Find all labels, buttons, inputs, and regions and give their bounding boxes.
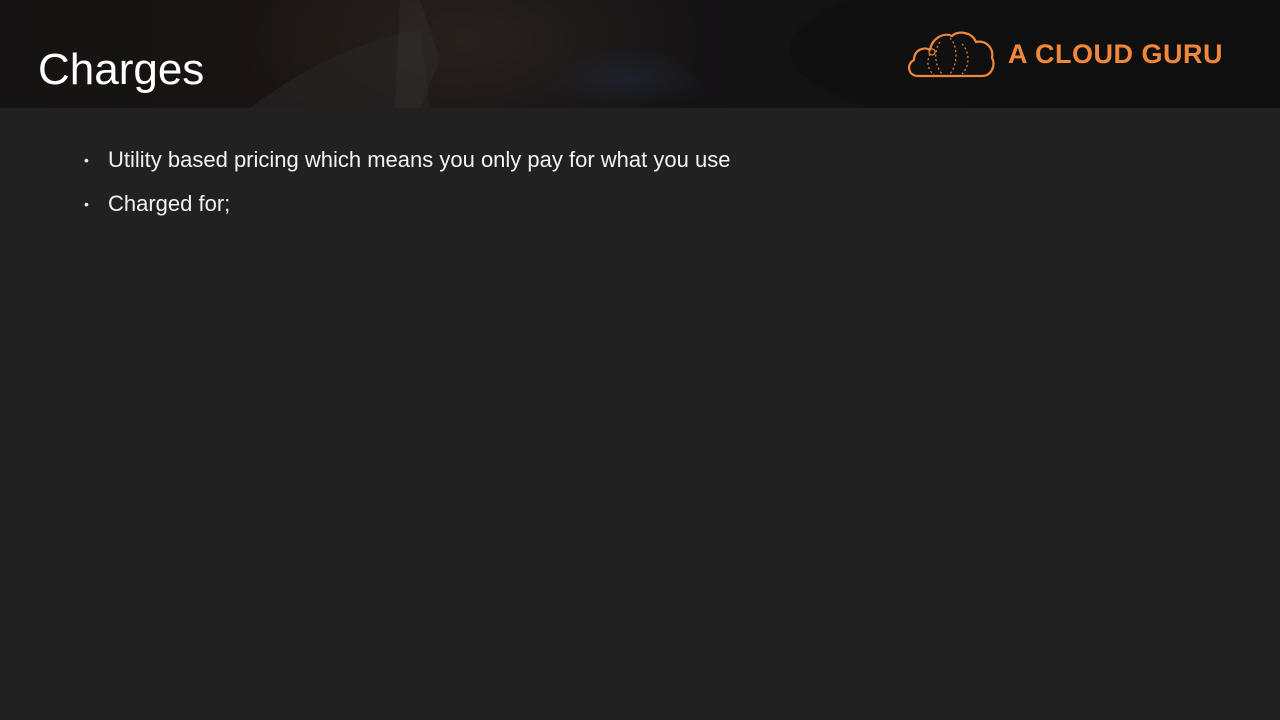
bullet-item: • Utility based pricing which means you … xyxy=(84,140,730,180)
slide: Charges A CLOUD GURU • Utility based pri… xyxy=(0,0,1280,720)
bullet-marker: • xyxy=(84,196,89,212)
bullet-text: Charged for; xyxy=(108,191,231,216)
brand-logo: A CLOUD GURU xyxy=(904,28,1223,80)
page-title: Charges xyxy=(38,45,205,94)
bullet-text: Utility based pricing which means you on… xyxy=(108,147,731,172)
brand-name: A CLOUD GURU xyxy=(1008,39,1223,69)
bullet-item: • Charged for; xyxy=(84,184,730,224)
header-banner: Charges A CLOUD GURU xyxy=(0,0,1280,108)
cloud-logo-icon xyxy=(908,31,995,78)
bullet-marker: • xyxy=(84,152,89,168)
bullet-list: • Utility based pricing which means you … xyxy=(84,140,730,228)
